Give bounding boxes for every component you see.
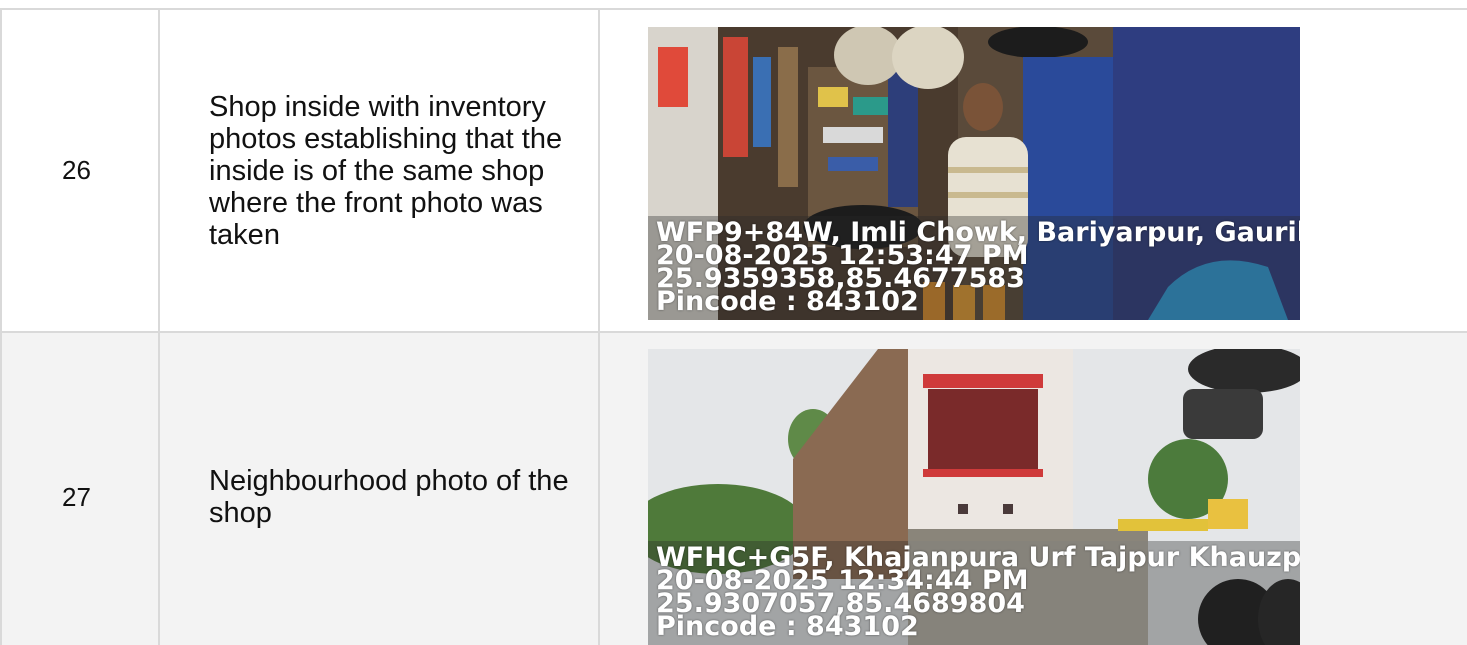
shop-interior-photo: WFP9+84W, Imli Chowk, Bariyarpur, Gaurih… bbox=[648, 27, 1300, 320]
row-number: 26 bbox=[0, 8, 160, 333]
row-description: Shop inside with inventory photos establ… bbox=[158, 8, 600, 333]
table-row: 26 Shop inside with inventory photos est… bbox=[0, 8, 1467, 333]
document-page: 26 Shop inside with inventory photos est… bbox=[0, 0, 1467, 645]
stamp-pincode: Pincode : 843102 bbox=[656, 611, 919, 642]
stamp-pincode: Pincode : 843102 bbox=[656, 286, 919, 317]
survey-table: 26 Shop inside with inventory photos est… bbox=[0, 8, 1467, 645]
geo-stamp-overlay: WFHC+G5F, Khajanpura Urf Tajpur Khauzpur… bbox=[648, 541, 1300, 645]
neighbourhood-photo: WFHC+G5F, Khajanpura Urf Tajpur Khauzpur… bbox=[648, 349, 1300, 645]
row-description: Neighbourhood photo of the shop bbox=[158, 331, 600, 645]
photo-cell: WFP9+84W, Imli Chowk, Bariyarpur, Gaurih… bbox=[598, 8, 1467, 333]
row-number: 27 bbox=[0, 331, 160, 645]
geo-stamp-overlay: WFP9+84W, Imli Chowk, Bariyarpur, Gaurih… bbox=[648, 216, 1300, 320]
table-row: 27 Neighbourhood photo of the shop WFHC+… bbox=[0, 331, 1467, 645]
photo-cell: WFHC+G5F, Khajanpura Urf Tajpur Khauzpur… bbox=[598, 331, 1467, 645]
